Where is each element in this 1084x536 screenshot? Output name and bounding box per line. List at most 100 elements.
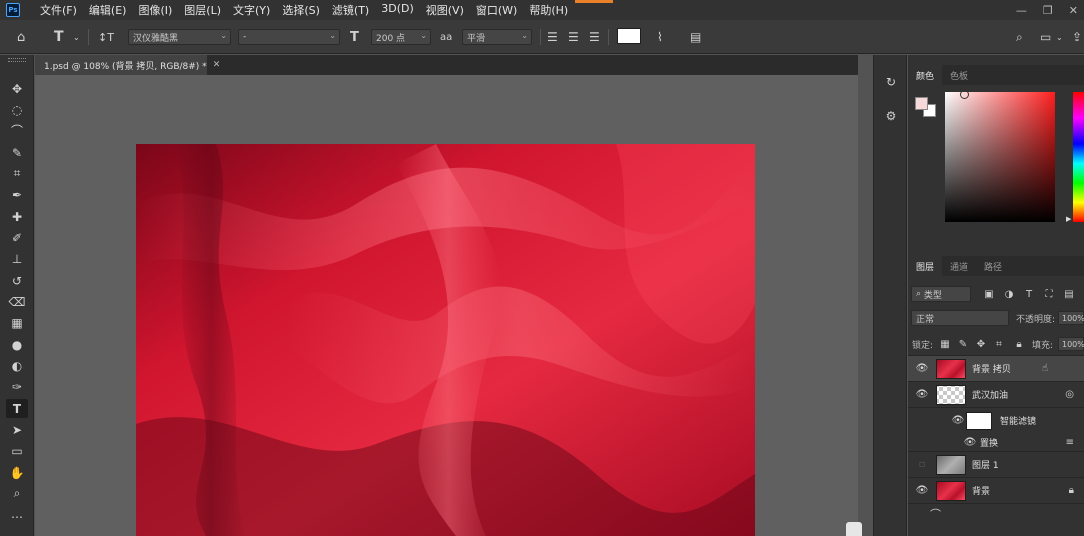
eye-icon[interactable]: 👁︎ (916, 363, 929, 375)
menu-image[interactable]: 图像(I) (138, 2, 172, 18)
blend-mode-select[interactable]: 正常 (911, 310, 1009, 326)
tab-layers[interactable]: 图层 (908, 256, 943, 276)
workspace-icon[interactable]: ▭ (1040, 28, 1051, 46)
history-icon[interactable]: ↻ (882, 73, 900, 91)
more-tools-icon[interactable]: ⋯ (6, 507, 28, 526)
color-picker-field[interactable] (945, 92, 1055, 222)
link-icon[interactable]: ⌒ (930, 506, 941, 522)
path-selection-tool-icon[interactable]: ➤ (6, 420, 28, 439)
filter-options-icon[interactable]: ≡ (1066, 437, 1074, 448)
eraser-tool-icon[interactable]: ⌫ (6, 292, 28, 311)
type-tool-preset-icon[interactable]: T (54, 28, 64, 46)
canvas-area[interactable] (35, 75, 858, 536)
menu-edit[interactable]: 编辑(E) (89, 2, 127, 18)
marquee-tool-icon[interactable]: ◌ (6, 100, 28, 119)
layer-filter-select[interactable]: ⌕ 类型 (911, 286, 971, 302)
menu-help[interactable]: 帮助(H) (529, 2, 568, 18)
menu-select[interactable]: 选择(S) (282, 2, 320, 18)
tab-color[interactable]: 颜色 (908, 65, 943, 85)
brush-tool-icon[interactable]: ✐ (6, 228, 28, 247)
font-family-select[interactable]: 汉仪雅酷黑 ⌄ (128, 29, 231, 45)
hue-slider[interactable] (1073, 92, 1084, 222)
lock-all-icon[interactable]: 🔒︎ (1012, 337, 1026, 351)
dodge-tool-icon[interactable]: ◐ (6, 356, 28, 375)
type-filter-icon[interactable]: T (1022, 287, 1036, 301)
layer-row[interactable]: 👁︎ 置换 ≡ (908, 433, 1084, 451)
search-icon[interactable]: ⌕ (1016, 28, 1023, 46)
restore-button[interactable]: ❐ (1043, 4, 1053, 17)
pixel-filter-icon[interactable]: ▣ (982, 287, 996, 301)
close-button[interactable]: ✕ (1069, 4, 1078, 17)
color-panel-tabs: 颜色 色板 (908, 65, 1084, 85)
menu-view[interactable]: 视图(V) (426, 2, 464, 18)
clone-stamp-tool-icon[interactable]: ⊥ (6, 249, 28, 268)
chevron-down-icon[interactable]: ⌄ (1056, 28, 1063, 46)
document-tab[interactable]: 1.psd @ 108% (背景 拷贝, RGB/8#) * ✕ (35, 55, 220, 75)
crop-tool-icon[interactable]: ⌗ (6, 164, 28, 183)
zoom-tool-icon[interactable]: ⌕ (6, 484, 28, 503)
eye-icon[interactable]: 👁︎ (952, 415, 965, 427)
character-panel-icon[interactable]: ▤ (690, 28, 701, 46)
panel-grip[interactable] (8, 58, 26, 62)
menu-window[interactable]: 窗口(W) (476, 2, 517, 18)
menu-3d[interactable]: 3D(D) (381, 2, 414, 18)
text-orientation-icon[interactable]: ↕T (98, 28, 114, 46)
align-right-icon[interactable]: ☰ (589, 28, 600, 46)
minimize-button[interactable]: — (1016, 4, 1027, 17)
foreground-color-swatch[interactable] (915, 97, 928, 110)
warp-text-icon[interactable]: ⌇ (657, 28, 663, 46)
history-brush-tool-icon[interactable]: ↺ (6, 271, 28, 290)
eye-icon[interactable]: 👁︎ (916, 389, 929, 401)
lock-position-icon[interactable]: ✥ (974, 337, 988, 351)
menu-layer[interactable]: 图层(L) (184, 2, 221, 18)
antialias-select[interactable]: 平滑 ⌄ (462, 29, 532, 45)
font-style-select[interactable]: - ⌄ (238, 29, 340, 45)
hue-marker-icon[interactable]: ▶ (1066, 215, 1071, 223)
color-picker-marker[interactable] (960, 90, 969, 99)
quick-selection-tool-icon[interactable]: ✎ (6, 143, 28, 162)
layer-row[interactable]: ▫ 图层 1 (908, 451, 1084, 477)
lock-transparent-icon[interactable]: ▦ (938, 337, 952, 351)
smart-object-filter-icon[interactable]: ▤ (1062, 287, 1076, 301)
eyedropper-tool-icon[interactable]: ✒ (6, 185, 28, 204)
menu-file[interactable]: 文件(F) (40, 2, 77, 18)
rectangle-tool-icon[interactable]: ▭ (6, 441, 28, 460)
font-size-select[interactable]: 200 点 ⌄ (371, 29, 431, 45)
fill-input[interactable]: 100% (1058, 337, 1084, 351)
tab-channels[interactable]: 通道 (942, 256, 976, 276)
type-tool-icon[interactable]: T (6, 399, 28, 418)
font-size-icon: T (350, 29, 359, 45)
opacity-input[interactable]: 100% (1058, 311, 1084, 325)
share-icon[interactable]: ⇪ (1072, 28, 1082, 46)
adjustment-filter-icon[interactable]: ◑ (1002, 287, 1016, 301)
close-icon[interactable]: ✕ (213, 60, 221, 70)
lasso-tool-icon[interactable]: ⌒ (6, 121, 28, 140)
eye-icon[interactable]: 👁︎ (916, 485, 929, 497)
layer-row[interactable]: 👁︎ 武汉加油 ◎ (908, 381, 1084, 407)
gradient-tool-icon[interactable]: ▦ (6, 313, 28, 332)
text-color-swatch[interactable] (617, 28, 641, 44)
blur-tool-icon[interactable]: ● (6, 335, 28, 354)
home-icon[interactable]: ⌂ (17, 28, 25, 46)
align-left-icon[interactable]: ☰ (547, 28, 558, 46)
move-tool-icon[interactable]: ✥ (6, 79, 28, 98)
eye-hidden-icon[interactable]: ▫ (916, 459, 928, 471)
pen-tool-icon[interactable]: ✑ (6, 377, 28, 396)
tab-swatches[interactable]: 色板 (942, 65, 976, 85)
layer-row[interactable]: 👁︎ 背景 拷贝 ☝ (908, 355, 1084, 381)
align-center-icon[interactable]: ☰ (568, 28, 579, 46)
layer-row[interactable]: 👁︎ 智能滤镜 (908, 407, 1084, 433)
healing-brush-tool-icon[interactable]: ✚ (6, 207, 28, 226)
tab-paths[interactable]: 路径 (976, 256, 1010, 276)
eye-icon[interactable]: 👁︎ (964, 436, 977, 448)
document-canvas-image[interactable] (136, 144, 755, 536)
menu-filter[interactable]: 滤镜(T) (332, 2, 369, 18)
menu-type[interactable]: 文字(Y) (233, 2, 270, 18)
lock-image-icon[interactable]: ✎ (956, 337, 970, 351)
properties-icon[interactable]: ⚙ (882, 107, 900, 125)
shape-filter-icon[interactable]: ⛶ (1042, 287, 1056, 301)
chevron-down-icon[interactable]: ⌄ (73, 28, 80, 46)
hand-tool-icon[interactable]: ✋ (6, 463, 28, 482)
layer-row[interactable]: 👁︎ 背景 🔒︎ (908, 477, 1084, 503)
lock-artboard-icon[interactable]: ⌗ (992, 337, 1006, 351)
